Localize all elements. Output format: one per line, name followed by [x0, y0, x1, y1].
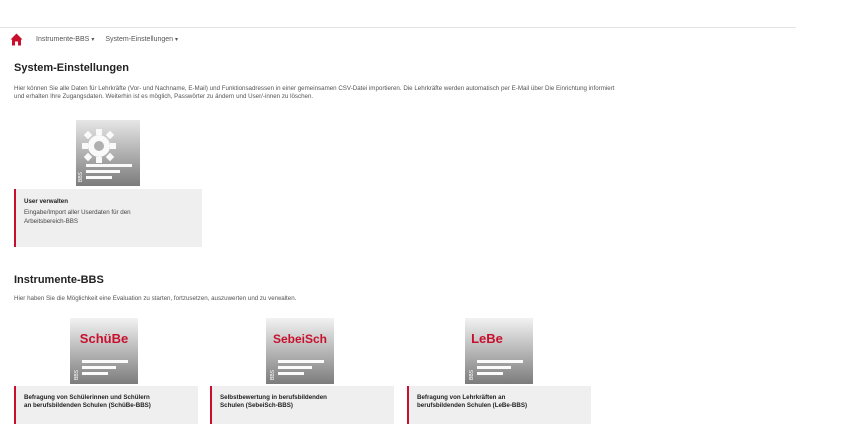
sebeisch-title-line1: Selbstbewertung in berufsbildenden	[220, 394, 327, 401]
sebeisch-tile-image[interactable]: SebeiSch BBS	[266, 318, 334, 384]
sebeisch-title-line2: Schulen (SebeiSch-BBS)	[220, 402, 293, 410]
bbs-side-label: BBS	[74, 369, 80, 380]
system-heading: System-Einstellungen	[14, 62, 129, 74]
bbs-side-label: BBS	[78, 171, 84, 182]
user-admin-card[interactable]: User verwalten Eingabe/Import aller User…	[14, 189, 202, 247]
instruments-heading: Instrumente-BBS	[14, 274, 104, 286]
nav-instrumente-bbs[interactable]: Instrumente-BBS ▾	[36, 36, 94, 43]
bbs-side-label: BBS	[270, 369, 276, 380]
user-admin-sub-line1: Eingabe/Import aller Userdaten für den	[24, 209, 131, 217]
nav-system-einstellungen-label: System-Einstellungen	[105, 35, 174, 43]
sebeisch-logo-text: SebeiSch	[273, 332, 327, 346]
lebe-title-line1: Befragung von Lehrkräften an	[417, 394, 506, 401]
top-divider	[0, 27, 796, 28]
system-description: Hier können Sie alle Daten für Lehrkräft…	[14, 85, 814, 102]
main-nav: Instrumente-BBS ▾ System-Einstellungen ▾	[10, 31, 189, 47]
home-icon[interactable]	[10, 33, 23, 46]
schuebe-title-line1: Befragung von Schülerinnen und Schülern	[24, 394, 150, 401]
user-admin-subtitle: Eingabe/Import aller Userdaten für den A…	[24, 209, 194, 226]
user-admin-title: User verwalten	[24, 198, 69, 205]
schuebe-logo-text: SchüBe	[80, 331, 128, 346]
lebe-card[interactable]: Befragung von Lehrkräften an berufsbilde…	[407, 386, 591, 424]
system-desc-line2: und erhalten Ihre Zugangsdaten. Weiterhi…	[14, 93, 314, 101]
system-desc-line1: Hier können Sie alle Daten für Lehrkräft…	[14, 85, 615, 92]
lebe-logo-text: LeBe	[471, 331, 503, 346]
bbs-side-label: BBS	[469, 369, 475, 380]
schuebe-title-line2: an berufsbildenden Schulen (SchüBe-BBS)	[24, 402, 151, 410]
sebeisch-card[interactable]: Selbstbewertung in berufsbildenden Schul…	[210, 386, 394, 424]
lebe-title-line2: berufsbildenden Schulen (LeBe-BBS)	[417, 402, 528, 410]
schuebe-card[interactable]: Befragung von Schülerinnen und Schülern …	[14, 386, 198, 424]
user-admin-tile-image[interactable]: BBS	[76, 120, 140, 186]
instruments-description: Hier haben Sie die Möglichkeit eine Eval…	[14, 295, 297, 302]
caret-down-icon: ▾	[175, 36, 179, 43]
caret-down-icon: ▾	[91, 36, 95, 43]
schuebe-tile-image[interactable]: SchüBe BBS	[70, 318, 138, 384]
user-admin-sub-line2: Arbeitsbereich-BBS	[24, 217, 78, 225]
nav-instrumente-bbs-label: Instrumente-BBS	[36, 35, 90, 43]
lebe-tile-image[interactable]: LeBe BBS	[465, 318, 533, 384]
nav-system-einstellungen[interactable]: System-Einstellungen ▾	[105, 36, 178, 43]
